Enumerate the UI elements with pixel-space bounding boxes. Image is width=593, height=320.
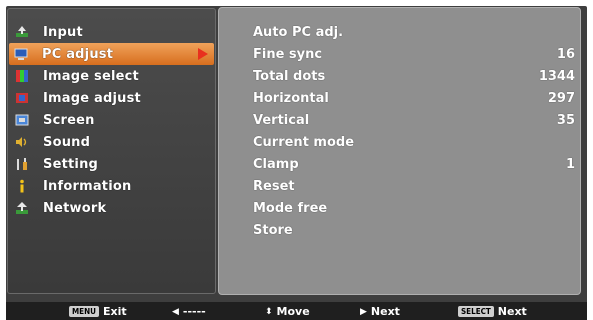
sound-icon [15, 135, 29, 149]
submenu-row-fine-sync[interactable]: Fine sync 16 [253, 43, 575, 65]
menu-item-network[interactable]: Network [10, 197, 215, 219]
information-icon [15, 179, 29, 193]
row-label: Horizontal [253, 90, 329, 106]
row-label: Vertical [253, 112, 310, 128]
menu-item-information[interactable]: Information [10, 175, 215, 197]
menu-item-label: Screen [43, 112, 95, 128]
image-select-icon [15, 69, 29, 83]
row-label: Fine sync [253, 46, 323, 62]
footer-exit: MENU Exit [69, 305, 127, 318]
network-icon [15, 201, 29, 215]
select-next-label: Next [497, 305, 527, 318]
menu-item-input[interactable]: Input [10, 21, 215, 43]
menu-item-label: Setting [43, 156, 99, 172]
submenu-row-current-mode[interactable]: Current mode [253, 131, 575, 153]
image-adjust-icon [15, 91, 29, 105]
menu-key-icon: MENU [69, 306, 99, 317]
row-value: 35 [556, 112, 575, 128]
footer-guide-bar: MENU Exit ◀ ----- ⬍ Move ▶ Next SELECT N… [6, 302, 587, 320]
footer-next: ▶ Next [360, 305, 400, 318]
submenu-row-auto-pc-adj[interactable]: Auto PC adj. [253, 21, 575, 43]
up-down-arrow-icon: ⬍ [265, 306, 273, 317]
row-label: Store [253, 222, 293, 238]
submenu-row-mode-free[interactable]: Mode free [253, 197, 575, 219]
select-key-icon: SELECT [458, 306, 494, 317]
row-label: Clamp [253, 156, 299, 172]
next-label: Next [370, 305, 400, 318]
back-label: ----- [182, 305, 206, 318]
selected-arrow-icon [198, 48, 208, 60]
submenu-row-clamp[interactable]: Clamp 1 [253, 153, 575, 175]
menu-item-label: Information [43, 178, 132, 194]
row-label: Current mode [253, 134, 355, 150]
menu-item-image-adjust[interactable]: Image adjust [10, 87, 215, 109]
submenu-row-horizontal[interactable]: Horizontal 297 [253, 87, 575, 109]
left-arrow-icon: ◀ [172, 306, 179, 317]
menu-item-pc-adjust[interactable]: PC adjust [9, 43, 214, 65]
footer-move: ⬍ Move [265, 305, 310, 318]
row-value: 297 [547, 90, 575, 106]
row-value: 16 [556, 46, 575, 62]
menu-item-label: PC adjust [42, 46, 114, 62]
row-label: Reset [253, 178, 295, 194]
submenu-row-vertical[interactable]: Vertical 35 [253, 109, 575, 131]
footer-select-next: SELECT Next [458, 305, 527, 318]
row-label: Auto PC adj. [253, 24, 344, 40]
row-label: Mode free [253, 200, 328, 216]
exit-label: Exit [102, 305, 127, 318]
row-value: 1344 [538, 68, 575, 84]
screen-icon [15, 113, 29, 127]
menu-item-setting[interactable]: Setting [10, 153, 215, 175]
menu-item-sound[interactable]: Sound [10, 131, 215, 153]
submenu-row-store[interactable]: Store [253, 219, 575, 241]
footer-back: ◀ ----- [172, 305, 206, 318]
menu-item-label: Image adjust [43, 90, 141, 106]
menu-item-screen[interactable]: Screen [10, 109, 215, 131]
row-value: 1 [565, 156, 575, 172]
submenu-row-reset[interactable]: Reset [253, 175, 575, 197]
menu-item-label: Input [43, 24, 83, 40]
move-label: Move [276, 305, 310, 318]
input-icon [15, 25, 29, 39]
submenu-row-total-dots[interactable]: Total dots 1344 [253, 65, 575, 87]
menu-item-label: Sound [43, 134, 91, 150]
pc-adjust-icon [14, 47, 28, 61]
right-arrow-icon: ▶ [360, 306, 367, 317]
menu-item-image-select[interactable]: Image select [10, 65, 215, 87]
menu-item-label: Image select [43, 68, 139, 84]
setting-icon [15, 157, 29, 171]
row-label: Total dots [253, 68, 326, 84]
menu-item-label: Network [43, 200, 107, 216]
